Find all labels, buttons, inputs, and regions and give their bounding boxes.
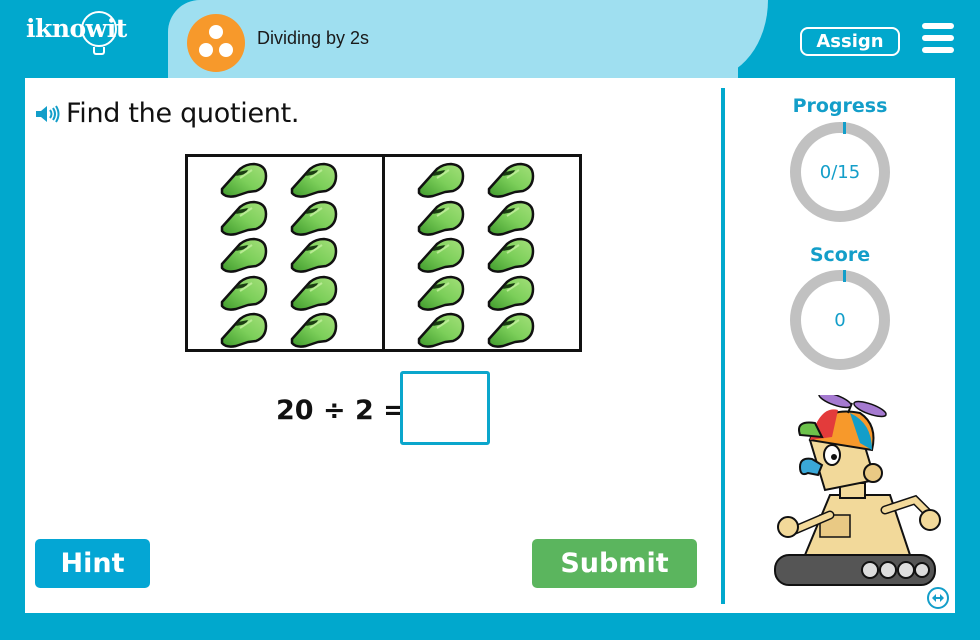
expand-arrows-icon[interactable]: [927, 587, 949, 609]
score-value: 0: [834, 309, 846, 331]
logo-text: iknowit: [26, 11, 127, 55]
whistle-icon: [485, 274, 555, 312]
whistle-icon: [485, 236, 555, 274]
three-dots-icon: [187, 14, 245, 72]
whistle-icon: [218, 274, 288, 312]
division-equation: 20 ÷ 2 =: [276, 395, 406, 426]
whistle-icon: [218, 199, 288, 237]
hint-button[interactable]: Hint: [35, 539, 150, 588]
robot-mascot: [774, 395, 941, 586]
whistle-icon: [415, 236, 485, 274]
whistle-icon: [288, 161, 358, 199]
question-prompt: Find the quotient.: [34, 98, 299, 129]
whistle-icon: [415, 274, 485, 312]
whistle-icon: [288, 311, 358, 349]
iknowit-logo[interactable]: iknowit: [26, 11, 127, 55]
whistle-icon: [485, 311, 555, 349]
topic-title: Dividing by 2s: [257, 28, 370, 48]
whistle-icon: [415, 161, 485, 199]
hamburger-menu-icon[interactable]: [922, 23, 954, 53]
answer-input[interactable]: [400, 371, 490, 445]
progress-label: Progress: [792, 95, 888, 117]
whistle-icon: [218, 161, 288, 199]
whistle-icon: [415, 199, 485, 237]
whistle-icon: [218, 236, 288, 274]
submit-button[interactable]: Submit: [532, 539, 697, 588]
score-label: Score: [809, 244, 871, 266]
group-box-2: [382, 154, 582, 352]
panel-divider: [721, 88, 725, 604]
whistle-grid: [218, 161, 358, 349]
whistle-icon: [288, 236, 358, 274]
whistle-icon: [485, 199, 555, 237]
assign-button[interactable]: Assign: [800, 27, 900, 56]
whistle-icon: [288, 199, 358, 237]
topic-header-tab: [168, 0, 768, 78]
progress-value: 0/15: [819, 161, 861, 183]
whistle-icon: [415, 311, 485, 349]
lightbulb-icon: wit: [80, 11, 127, 55]
whistle-icon: [218, 311, 288, 349]
progress-ring: 0/15: [790, 122, 890, 222]
score-ring: 0: [790, 270, 890, 370]
whistle-icon: [485, 161, 555, 199]
whistle-grid: [415, 161, 555, 349]
speaker-icon[interactable]: [34, 104, 62, 124]
group-box-1: [185, 154, 385, 352]
whistle-icon: [288, 274, 358, 312]
question-text: Find the quotient.: [66, 98, 300, 129]
